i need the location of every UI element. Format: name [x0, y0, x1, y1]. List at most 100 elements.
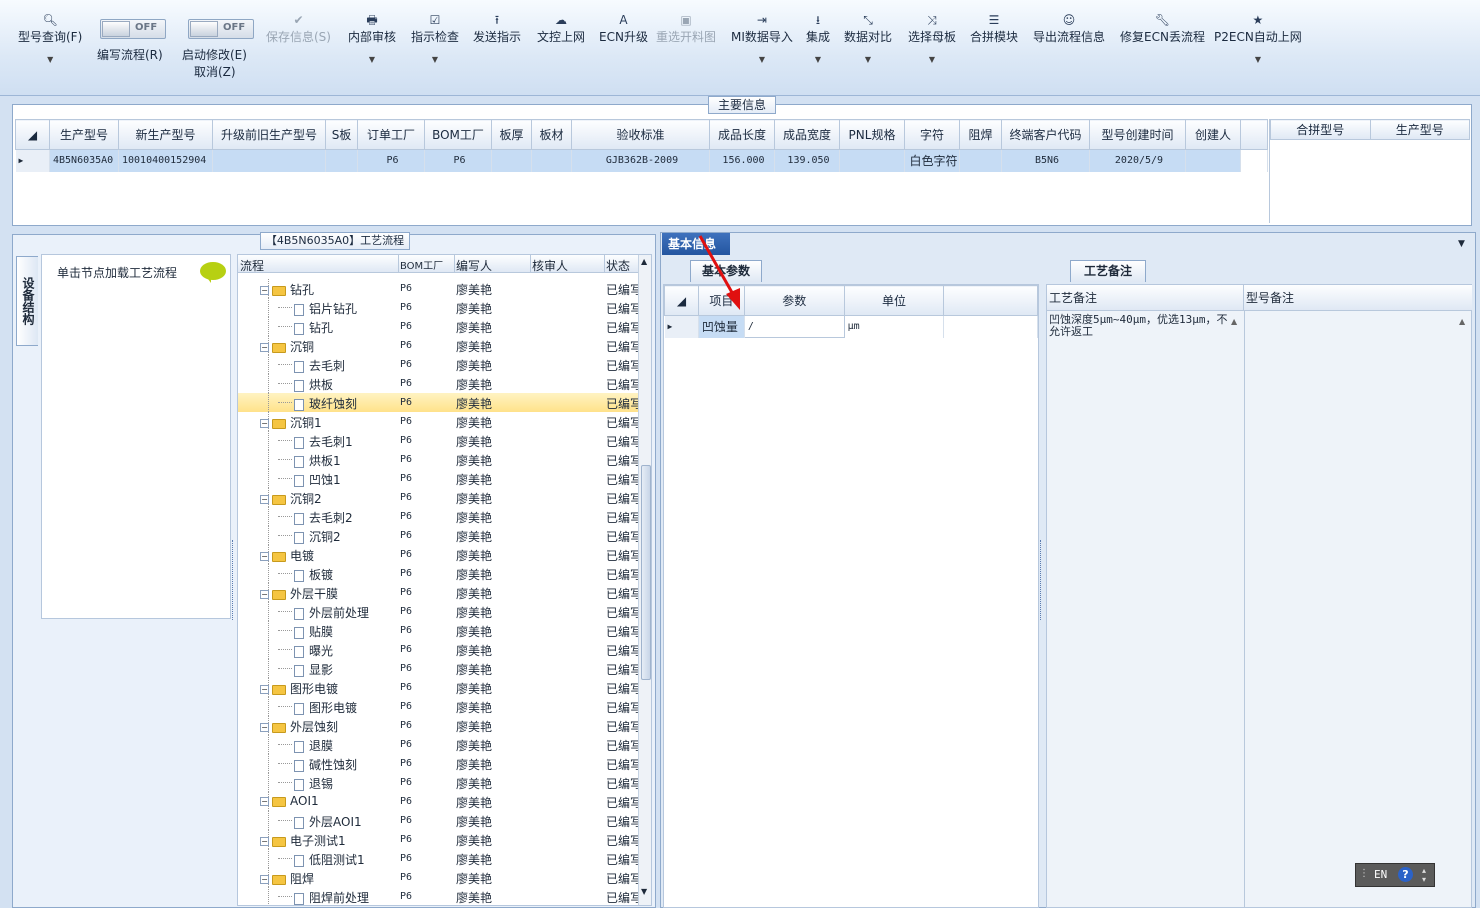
tree-node[interactable]: − 外层干膜: [260, 585, 338, 602]
tree-node[interactable]: 玻纤蚀刻: [294, 395, 357, 412]
toolbar-button-7[interactable]: ▣ 重选开料图: [656, 12, 716, 45]
tree-node[interactable]: − 阻焊: [260, 870, 314, 887]
col-header[interactable]: 板材: [531, 119, 572, 150]
scroll-up-icon[interactable]: ▲: [641, 257, 647, 266]
tree-row[interactable]: 板镀 P6 廖美艳 已编写: [238, 564, 640, 583]
col-header[interactable]: 成品长度: [709, 119, 775, 150]
tree-node[interactable]: 退膜: [294, 737, 333, 754]
toolbar-button-11[interactable]: ⤨ 选择母板 ▼: [908, 12, 956, 64]
dropdown-arrow-icon[interactable]: ▼: [18, 55, 82, 64]
tree-node[interactable]: 碱性蚀刻: [294, 756, 357, 773]
panel-dropdown-icon[interactable]: ▼: [1458, 239, 1465, 249]
language-code[interactable]: EN: [1374, 868, 1387, 881]
toolbar-button-10[interactable]: ⤡ 数据对比 ▼: [844, 12, 892, 64]
merge-col-header[interactable]: 生产型号: [1369, 119, 1470, 140]
tree-node[interactable]: 显影: [294, 661, 333, 678]
tree-row[interactable]: − 钻孔 P6 廖美艳 已编写: [238, 279, 640, 298]
tree-row[interactable]: − 图形电镀 P6 廖美艳 已编写: [238, 678, 640, 697]
tree-node[interactable]: 沉铜2: [294, 528, 341, 545]
main-info-row[interactable]: ▶ 4B5N6035A0 10010400152904 P6 P6 GJB362B-200…: [15, 149, 1268, 172]
tree-row[interactable]: − 阻焊 P6 廖美艳 已编写: [238, 868, 640, 887]
tree-node[interactable]: 烘板1: [294, 452, 341, 469]
dropdown-arrow-icon[interactable]: ▼: [806, 55, 830, 64]
main-info-cell[interactable]: [212, 149, 326, 172]
tree-row[interactable]: − 沉铜2 P6 廖美艳 已编写: [238, 488, 640, 507]
tree-node[interactable]: − 沉铜1: [260, 414, 322, 431]
tree-row[interactable]: 玻纤蚀刻 P6 廖美艳 已编写: [238, 393, 640, 412]
tree-node[interactable]: − 沉铜2: [260, 490, 322, 507]
param-unit-cell[interactable]: μm: [844, 315, 945, 338]
collapse-icon[interactable]: −: [260, 590, 269, 599]
tree-node[interactable]: 退锡: [294, 775, 333, 792]
tree-col-header[interactable]: 编写人: [456, 257, 492, 274]
toolbar-button-14[interactable]: 🔧︎ 修复ECN丢流程: [1120, 12, 1205, 45]
tree-row[interactable]: 凹蚀1 P6 廖美艳 已编写: [238, 469, 640, 488]
tree-node[interactable]: − 图形电镀: [260, 680, 338, 697]
tree-node[interactable]: − 钻孔: [260, 281, 314, 298]
col-header-unit[interactable]: 单位: [843, 285, 945, 316]
main-info-cell[interactable]: 4B5N6035A0: [49, 149, 119, 172]
main-info-cell[interactable]: [839, 149, 905, 172]
language-bar[interactable]: ⋮ EN ? ▴ ▾: [1355, 863, 1435, 887]
main-info-cell[interactable]: P6: [357, 149, 425, 172]
tree-row[interactable]: 显影 P6 廖美艳 已编写: [238, 659, 640, 678]
param-value-cell[interactable]: /: [743, 315, 845, 338]
col-header[interactable]: 成品宽度: [774, 119, 840, 150]
tree-row[interactable]: 烘板1 P6 廖美艳 已编写: [238, 450, 640, 469]
main-info-cell[interactable]: B5N6: [1001, 149, 1090, 172]
tree-col-header[interactable]: BOM工厂: [400, 257, 443, 272]
notes-scroll-up-icon[interactable]: ▲: [1231, 317, 1237, 326]
tree-row[interactable]: 退膜 P6 廖美艳 已编写: [238, 735, 640, 754]
tree-row[interactable]: 去毛刺 P6 廖美艳 已编写: [238, 355, 640, 374]
tree-node[interactable]: 曝光: [294, 642, 333, 659]
col-header[interactable]: 型号创建时间: [1089, 119, 1186, 150]
tree-row[interactable]: 铝片钻孔 P6 廖美艳 已编写: [238, 298, 640, 317]
toolbar-button-2[interactable]: 🖶 内部审核 ▼: [348, 12, 396, 64]
toolbar-button-4[interactable]: ⭱ 发送指示: [473, 12, 521, 45]
main-info-cell[interactable]: [531, 149, 572, 172]
tree-row[interactable]: 烘板 P6 廖美艳 已编写: [238, 374, 640, 393]
col-header[interactable]: 终端客户代码: [1001, 119, 1090, 150]
dropdown-arrow-icon[interactable]: ▼: [1214, 55, 1302, 64]
collapse-icon[interactable]: −: [260, 837, 269, 846]
tree-node[interactable]: 图形电镀: [294, 699, 357, 716]
toolbar-button-8[interactable]: ⇥ MI数据导入 ▼: [731, 12, 793, 64]
toolbar-button-0[interactable]: 🔍︎ 型号查询(F) ▼: [18, 12, 82, 64]
tree-node[interactable]: 外层前处理: [294, 604, 369, 621]
main-info-cell[interactable]: [959, 149, 1002, 172]
tree-node[interactable]: 阻焊前处理: [294, 889, 369, 905]
tree-row[interactable]: − 沉铜 P6 廖美艳 已编写: [238, 336, 640, 355]
tab-process-notes[interactable]: 工艺备注: [1070, 260, 1146, 282]
col-header[interactable]: PNL规格: [839, 119, 905, 150]
collapse-icon[interactable]: −: [260, 343, 269, 352]
process-notes-text[interactable]: 凹蚀深度5μm~40μm，优选13μm，不允许返工: [1049, 314, 1229, 338]
collapse-icon[interactable]: −: [260, 723, 269, 732]
tree-node[interactable]: − AOI1: [260, 794, 319, 808]
col-header[interactable]: 生产型号: [49, 119, 119, 150]
collapse-icon[interactable]: −: [260, 875, 269, 884]
tree-row[interactable]: 沉铜2 P6 廖美艳 已编写: [238, 526, 640, 545]
tree-row[interactable]: 去毛刺2 P6 廖美艳 已编写: [238, 507, 640, 526]
dropdown-arrow-icon[interactable]: ▼: [844, 55, 892, 64]
collapse-icon[interactable]: −: [260, 495, 269, 504]
tree-row[interactable]: 外层AOI1 P6 廖美艳 已编写: [238, 811, 640, 830]
col-header[interactable]: 验收标准: [571, 119, 710, 150]
main-info-cell[interactable]: [325, 149, 358, 172]
toolbar-button-5[interactable]: ☁ 文控上网: [537, 12, 585, 45]
tree-node[interactable]: 贴膜: [294, 623, 333, 640]
scroll-down-icon[interactable]: ▼: [641, 887, 647, 896]
main-info-cell[interactable]: [491, 149, 532, 172]
main-info-cell[interactable]: 156.000: [709, 149, 775, 172]
options-icon[interactable]: ▴ ▾: [1422, 866, 1426, 884]
collapse-icon[interactable]: −: [260, 286, 269, 295]
tree-row[interactable]: − 沉铜1 P6 廖美艳 已编写: [238, 412, 640, 431]
tree-col-header[interactable]: 核审人: [532, 257, 568, 274]
merge-col-header[interactable]: 合拼型号: [1270, 119, 1371, 140]
scroll-thumb[interactable]: [641, 465, 651, 680]
tree-row[interactable]: 阻焊前处理 P6 廖美艳 已编写: [238, 887, 640, 905]
main-info-cell[interactable]: 白色字符: [904, 149, 960, 172]
col-header[interactable]: S板: [325, 119, 358, 150]
toolbar-button-6[interactable]: A ECN升级: [599, 12, 648, 45]
col-header[interactable]: 阻焊: [959, 119, 1002, 150]
dropdown-arrow-icon[interactable]: ▼: [908, 55, 956, 64]
